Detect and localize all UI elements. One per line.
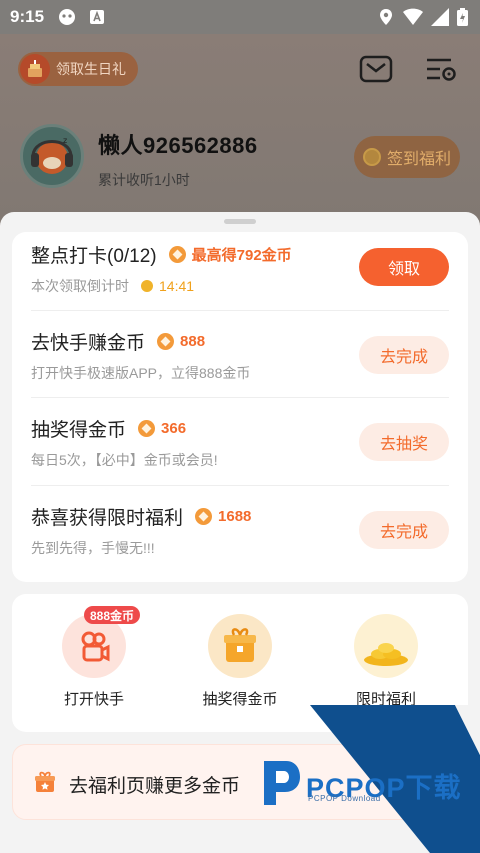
birthday-gift-label: 领取生日礼 [56,61,126,77]
birthday-gift-button[interactable]: 领取生日礼 [18,52,138,86]
divider [31,397,449,398]
task-reward: 最高得792金币 [191,246,292,264]
shortcut-limited-welfare[interactable]: 限时福利 [331,614,441,709]
task-subtitle: 每日5次，【必中】金币或会员! [31,452,218,468]
task-subtitle: 打开快手极速版APP，立得888金币 [31,365,251,381]
sheet-drag-handle[interactable] [224,219,256,224]
gold-coin-icon [157,332,175,350]
shortcut-open-kuaishou[interactable]: 打开快手 [39,614,149,709]
signin-welfare-button[interactable]: 签到福利 [354,136,460,178]
username: 懒人926562886 [98,133,258,158]
task-reward: 888 [180,332,206,350]
battery-icon [457,8,468,26]
divider [31,310,449,311]
task-title: 恭喜获得限时福利 [31,507,184,529]
task-title: 抽奖得金币 [31,419,127,441]
status-bar: 9:15 [0,0,480,34]
location-icon [380,9,392,25]
watermark-subtitle: PCPOP Download [308,794,381,803]
task-reward: 1688 [218,507,252,525]
go-lottery-button[interactable]: 去抽奖 [359,423,449,461]
gift-icon [35,771,55,792]
coin-icon [362,148,381,166]
task-reward: 366 [161,419,187,437]
birthday-cake-icon [20,54,50,84]
go-complete-button[interactable]: 去完成 [359,511,449,549]
listen-time: 累计收听1小时 [98,172,190,188]
menu-settings-icon[interactable] [424,54,458,84]
status-icons [377,8,468,26]
status-time: 9:15 [10,7,45,26]
shortcut-label: 打开快手 [63,691,124,708]
task-subtitle: 先到先得，手慢无!!! [31,540,155,556]
gold-coin-icon [168,245,186,263]
divider [31,485,449,486]
task-subtitle: 本次领取倒计时 [31,278,129,294]
task-title: 去快手赚金币 [31,332,146,354]
mail-icon[interactable] [359,54,393,84]
svg-text:z: z [63,136,67,145]
go-complete-button[interactable]: 去完成 [359,336,449,374]
gold-coins-icon [354,614,418,678]
gold-coin-icon [195,507,213,525]
claim-button[interactable]: 领取 [359,248,449,286]
signal-icon [431,8,449,26]
coin-badge: 888金币 [84,606,140,624]
gold-coin-icon [138,419,156,437]
pcpop-logo-icon [264,761,300,805]
banner-text: 去福利页赚更多金币 [69,776,241,797]
avatar[interactable]: z [20,124,84,188]
task-title: 整点打卡(0/12) [31,245,157,267]
clock-icon [141,280,153,292]
signin-welfare-label: 签到福利 [386,151,451,168]
a-notification-icon [90,10,104,24]
app-notification-icon [59,9,75,25]
shortcut-label: 抽奖得金币 [202,691,278,708]
wifi-icon [403,8,423,25]
gift-box-icon [208,614,272,678]
shortcut-lottery[interactable]: 抽奖得金币 [185,614,295,709]
countdown-timer: 14:41 [159,278,195,294]
